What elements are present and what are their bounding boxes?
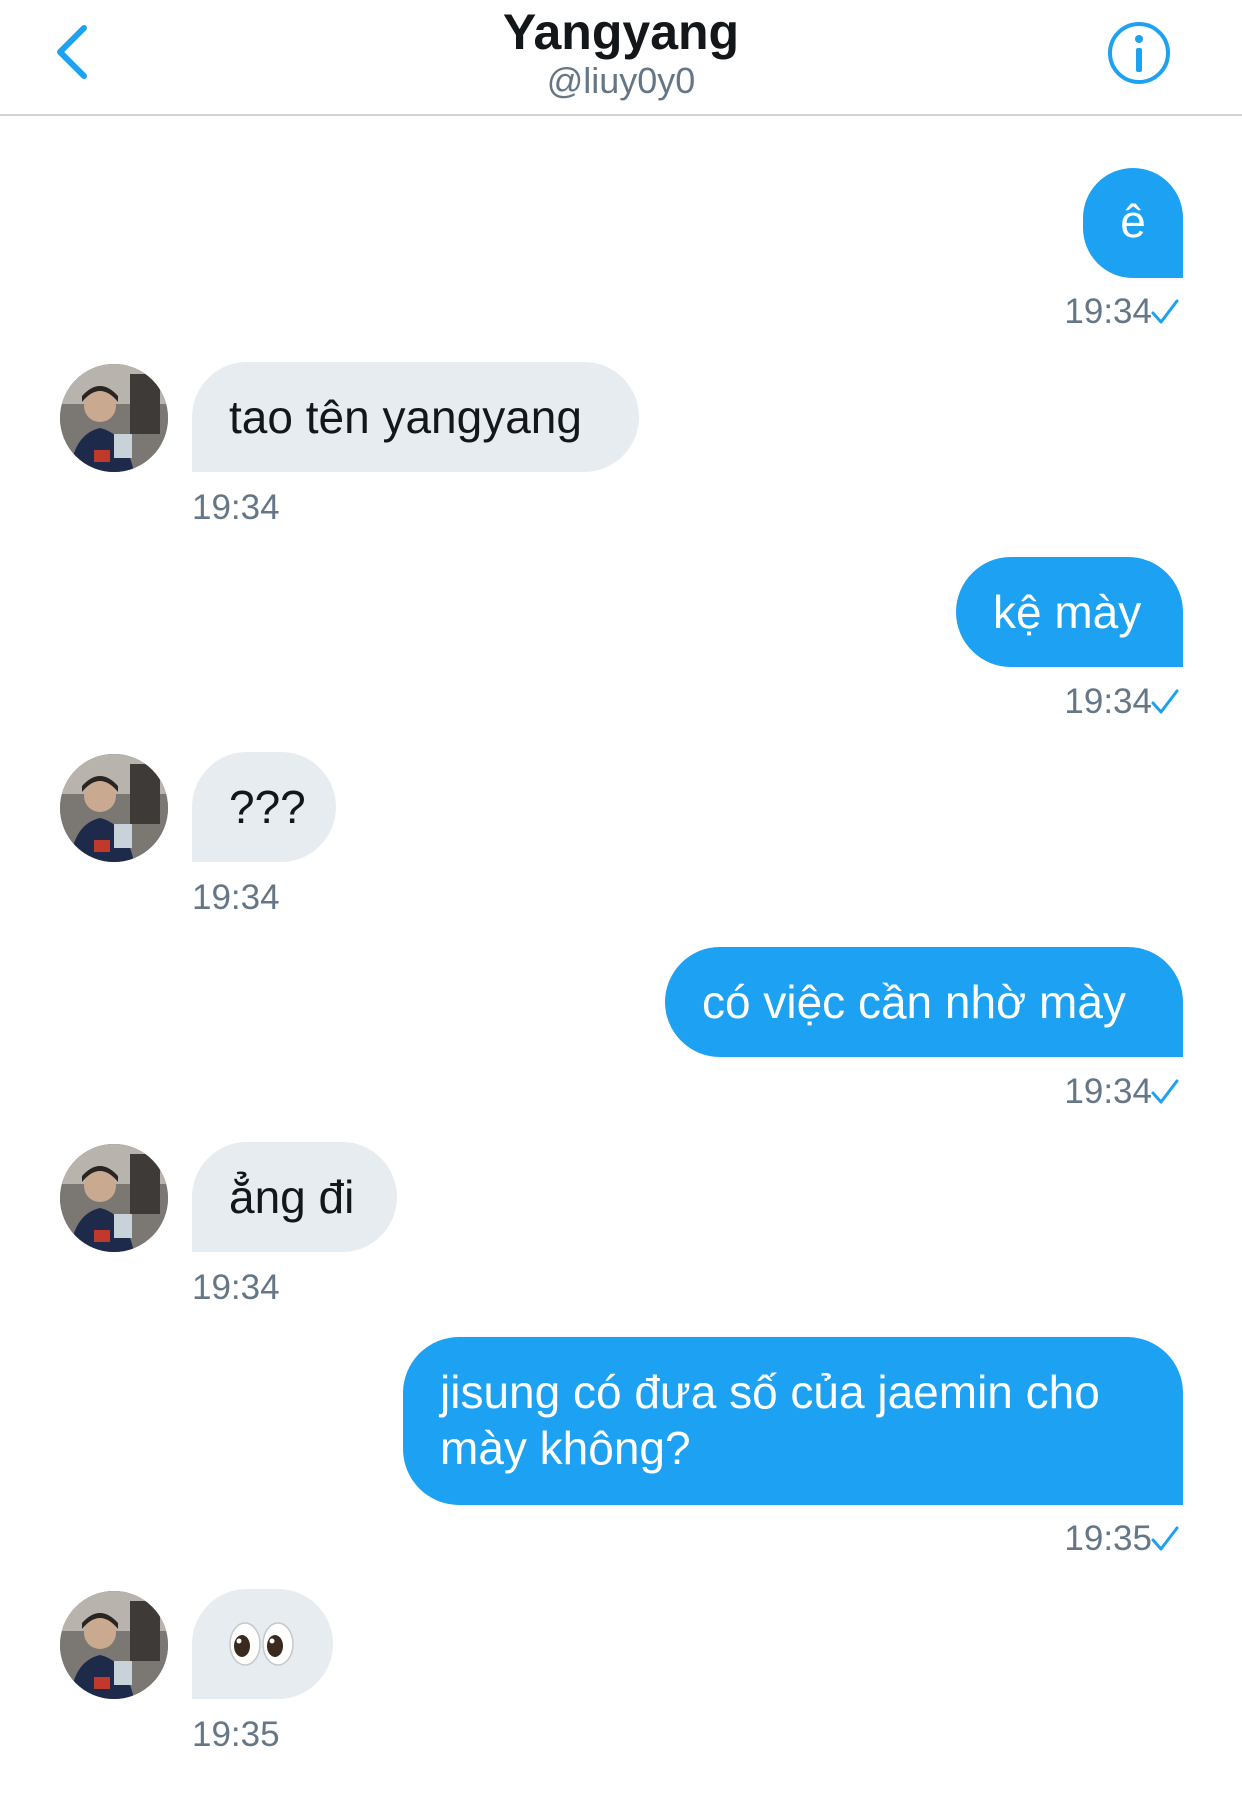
info-icon	[1108, 22, 1170, 84]
avatar[interactable]	[60, 1144, 168, 1252]
message-timestamp: 19:34	[1064, 682, 1152, 721]
message-text-line: jisung có đưa số của jaemin cho	[440, 1366, 1100, 1418]
message-text: có việc cần nhờ mày	[702, 976, 1126, 1028]
message-timestamp: 19:34	[1064, 1072, 1152, 1111]
eyes-emoji-icon	[229, 1622, 294, 1666]
message-text: ???	[229, 781, 306, 833]
checkmark-icon	[1151, 1526, 1179, 1551]
message-text: kệ mày	[993, 586, 1142, 638]
avatar-photo	[60, 1591, 168, 1699]
avatar-photo	[60, 1144, 168, 1252]
message-outgoing[interactable]: có việc cần nhờ mày	[665, 947, 1183, 1057]
conversation-header: Yangyang @liuy0y0	[0, 0, 1242, 116]
conversation-title[interactable]: Yangyang	[0, 4, 1242, 60]
message-incoming[interactable]: ẳng đi	[192, 1142, 397, 1252]
conversation-handle: @liuy0y0	[546, 60, 696, 101]
message-timestamp: 19:34	[192, 488, 280, 527]
avatar[interactable]	[60, 364, 168, 472]
checkmark-icon	[1151, 1079, 1179, 1104]
message-timestamp: 19:35	[1064, 1519, 1152, 1558]
avatar-photo	[60, 364, 168, 472]
message-text-line: mày không?	[440, 1422, 691, 1474]
message-text: ẳng đi	[229, 1171, 355, 1223]
message-incoming[interactable]	[192, 1589, 333, 1699]
avatar[interactable]	[60, 754, 168, 862]
message-outgoing[interactable]: kệ mày	[956, 557, 1183, 667]
message-text: tao tên yangyang	[229, 391, 582, 443]
info-button[interactable]	[1106, 20, 1172, 86]
checkmark-icon	[1151, 689, 1179, 714]
checkmark-icon	[1151, 299, 1179, 324]
message-outgoing[interactable]: ê	[1083, 168, 1183, 278]
message-outgoing[interactable]: jisung có đưa số của jaemin cho mày khôn…	[403, 1337, 1183, 1505]
avatar[interactable]	[60, 1591, 168, 1699]
message-timestamp: 19:34	[192, 878, 280, 917]
message-timestamp: 19:35	[192, 1715, 280, 1754]
message-timestamp: 19:34	[1064, 292, 1152, 331]
message-incoming[interactable]: ???	[192, 752, 336, 862]
message-timestamp: 19:34	[192, 1268, 280, 1307]
avatar-photo	[60, 754, 168, 862]
message-incoming[interactable]: tao tên yangyang	[192, 362, 639, 472]
message-text: ê	[1120, 195, 1146, 247]
